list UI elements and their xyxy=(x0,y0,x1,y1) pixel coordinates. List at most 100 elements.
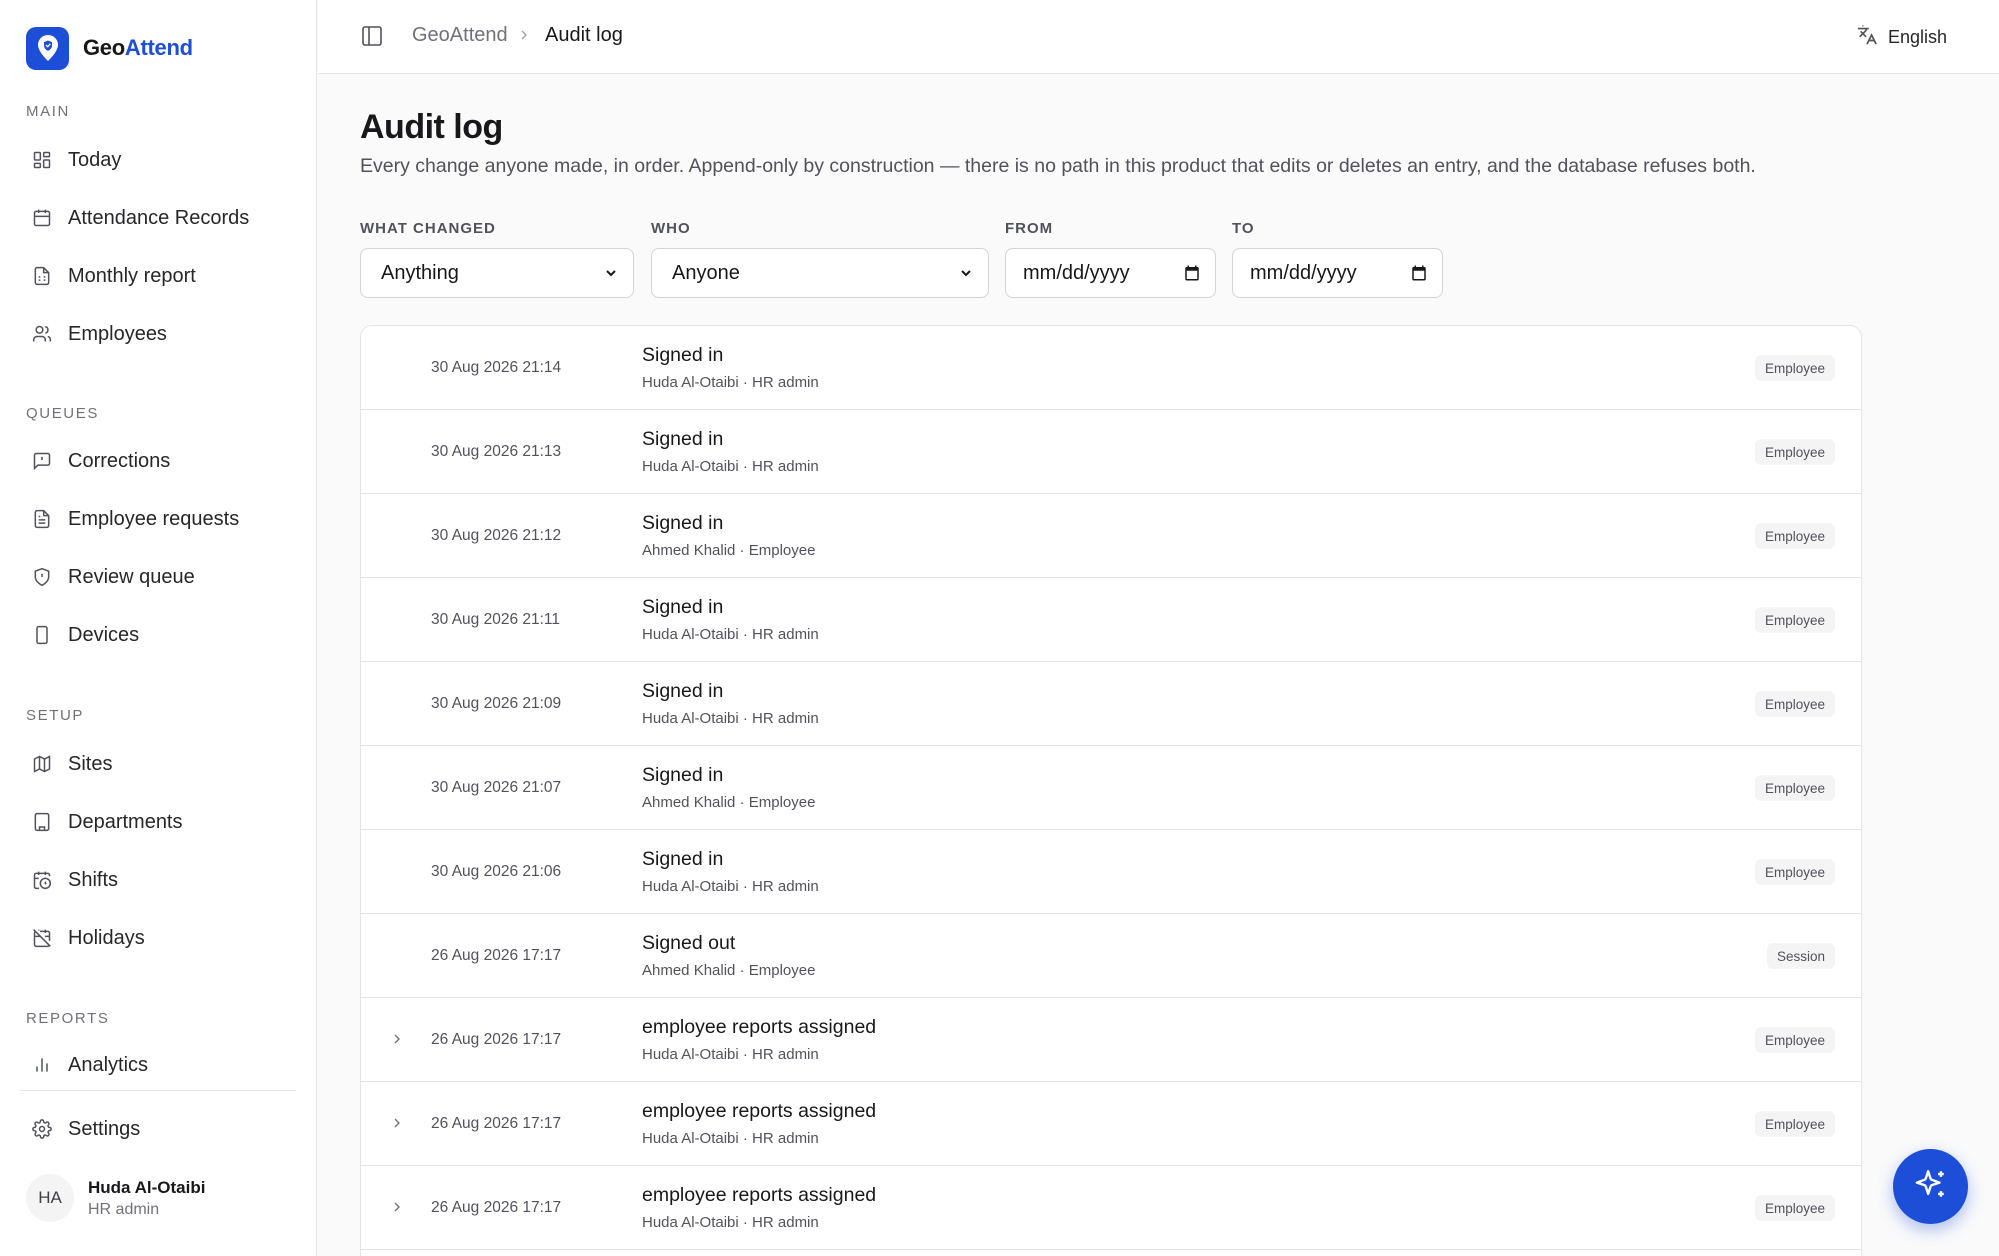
sidebar-item-label: Departments xyxy=(68,810,183,833)
sidebar-item-label: Corrections xyxy=(68,449,171,472)
log-action: Signed out xyxy=(642,932,736,954)
log-row[interactable]: 26 Aug 2026 17:17 employee reports assign… xyxy=(361,1082,1861,1166)
log-row[interactable]: 30 Aug 2026 21:14 Signed in Huda Al-Otaibi… xyxy=(361,326,1861,410)
chevron-right-icon[interactable] xyxy=(389,1114,405,1134)
sidebar-item-sites[interactable]: Sites xyxy=(20,740,296,788)
who-select[interactable]: Anyone xyxy=(651,248,989,298)
page-description: Every change anyone made, in order. Appe… xyxy=(360,155,1756,177)
sidebar-item-corrections[interactable]: Corrections xyxy=(20,437,296,485)
chevron-right-icon[interactable] xyxy=(389,1198,405,1218)
section-title-queues: QUEUES xyxy=(26,405,99,422)
from-date-value: mm/dd/yyyy xyxy=(1023,261,1130,284)
sidebar-item-label: Monthly report xyxy=(68,264,196,287)
sidebar-item-analytics[interactable]: Analytics xyxy=(20,1041,296,1089)
log-entity-badge: Employee xyxy=(1754,523,1835,549)
what-changed-select[interactable]: Anything xyxy=(360,248,634,298)
chevron-right-icon xyxy=(516,26,532,46)
calendar-clock-icon xyxy=(31,869,53,891)
from-label: FROM xyxy=(1005,220,1054,237)
users-icon xyxy=(31,323,53,345)
log-row[interactable]: 30 Aug 2026 21:06 Signed in Huda Al-Otaibi… xyxy=(361,830,1861,914)
from-date-input[interactable]: mm/dd/yyyy xyxy=(1005,248,1216,298)
user-profile[interactable]: HA Huda Al-Otaibi HR admin xyxy=(26,1174,205,1222)
chevron-down-icon xyxy=(603,265,619,281)
sidebar-item-attendance-records[interactable]: Attendance Records xyxy=(20,194,296,242)
log-action: Signed in xyxy=(642,344,724,366)
breadcrumb-root[interactable]: GeoAttend xyxy=(412,24,508,47)
section-title-reports: REPORTS xyxy=(26,1010,110,1027)
location-pin-logo-icon xyxy=(26,26,69,70)
sidebar-toggle-icon[interactable] xyxy=(360,24,386,50)
report-icon xyxy=(31,265,53,287)
language-switcher[interactable]: English xyxy=(1856,24,1947,51)
calendar-off-icon xyxy=(31,927,53,949)
log-row[interactable]: 30 Aug 2026 21:12 Signed in Ahmed Khalid ·… xyxy=(361,494,1861,578)
sidebar-item-employee-requests[interactable]: Employee requests xyxy=(20,495,296,543)
language-label: English xyxy=(1887,27,1947,47)
log-row[interactable]: 30 Aug 2026 21:09 Signed in Huda Al-Otaibi… xyxy=(361,662,1861,746)
log-timestamp: 26 Aug 2026 17:17 xyxy=(431,1031,562,1048)
log-row[interactable]: 30 Aug 2026 21:07 Signed in Ahmed Khalid ·… xyxy=(361,746,1861,830)
sidebar-item-today[interactable]: Today xyxy=(20,136,296,184)
gear-icon xyxy=(31,1118,53,1140)
map-icon xyxy=(31,753,53,775)
log-action: Signed in xyxy=(642,680,724,702)
user-role: HR admin xyxy=(88,1200,160,1218)
sidebar-item-review-queue[interactable]: Review queue xyxy=(20,553,296,601)
log-timestamp: 30 Aug 2026 21:09 xyxy=(431,695,562,712)
log-row[interactable]: 30 Aug 2026 21:13 Signed in Huda Al-Otaibi… xyxy=(361,410,1861,494)
to-date-input[interactable]: mm/dd/yyyy xyxy=(1232,248,1443,298)
log-actor: Huda Al-Otaibi · HR admin xyxy=(642,710,819,727)
smartphone-icon xyxy=(31,624,53,646)
log-actor: Huda Al-Otaibi · HR admin xyxy=(642,1130,819,1147)
page-title: Audit log xyxy=(360,108,503,146)
log-actor: Huda Al-Otaibi · HR admin xyxy=(642,374,819,391)
brand-name: GeoAttend xyxy=(83,35,193,60)
dashboard-icon xyxy=(31,149,53,171)
assistant-button[interactable] xyxy=(1893,1149,1968,1224)
sidebar-item-monthly-report[interactable]: Monthly report xyxy=(20,252,296,300)
sidebar-item-departments[interactable]: Departments xyxy=(20,798,296,846)
bar-chart-icon xyxy=(31,1054,53,1076)
sidebar-item-shifts[interactable]: Shifts xyxy=(20,856,296,904)
sidebar-item-settings[interactable]: Settings xyxy=(20,1105,296,1153)
log-timestamp: 30 Aug 2026 21:06 xyxy=(431,863,562,880)
log-entity-badge: Employee xyxy=(1754,1027,1835,1053)
log-row[interactable]: 26 Aug 2026 17:17 Signed out Ahmed Khalid … xyxy=(361,914,1861,998)
log-timestamp: 26 Aug 2026 17:17 xyxy=(431,1115,562,1132)
sidebar-item-holidays[interactable]: Holidays xyxy=(20,914,296,962)
log-timestamp: 26 Aug 2026 17:17 xyxy=(431,947,562,964)
calendar-icon[interactable] xyxy=(1410,264,1428,282)
document-icon xyxy=(31,508,53,530)
sidebar-item-employees[interactable]: Employees xyxy=(20,310,296,358)
log-action: Signed in xyxy=(642,512,724,534)
brand[interactable]: GeoAttend xyxy=(26,26,193,70)
avatar: HA xyxy=(26,1174,74,1222)
log-timestamp: 30 Aug 2026 21:07 xyxy=(431,779,562,796)
log-entity-badge: Employee xyxy=(1754,355,1835,381)
log-row[interactable]: 26 Aug 2026 17:17 employee reports assign… xyxy=(361,998,1861,1082)
shield-alert-icon xyxy=(31,566,53,588)
log-entity-badge: Employee xyxy=(1754,775,1835,801)
calendar-icon xyxy=(31,207,53,229)
log-timestamp: 30 Aug 2026 21:12 xyxy=(431,527,562,544)
sidebar-item-devices[interactable]: Devices xyxy=(20,611,296,659)
sidebar-divider xyxy=(20,1090,296,1091)
sidebar: GeoAttend MAIN Today Attendance Records … xyxy=(0,0,317,1256)
log-row[interactable]: 26 Aug 2026 17:17 employee reports assign… xyxy=(361,1166,1861,1250)
log-entity-badge: Employee xyxy=(1754,691,1835,717)
log-entity-badge: Session xyxy=(1766,943,1835,969)
log-timestamp: 30 Aug 2026 21:11 xyxy=(431,611,561,628)
log-entity-badge: Employee xyxy=(1754,1195,1835,1221)
log-action: Signed in xyxy=(642,428,724,450)
log-row[interactable]: 30 Aug 2026 21:11 Signed in Huda Al-Otaibi… xyxy=(361,578,1861,662)
sidebar-item-label: Attendance Records xyxy=(68,206,250,229)
log-actor: Huda Al-Otaibi · HR admin xyxy=(642,1214,819,1231)
sidebar-item-label: Today xyxy=(68,148,122,171)
log-actor: Ahmed Khalid · Employee xyxy=(642,962,816,979)
sparkles-icon xyxy=(1914,1167,1948,1206)
message-alert-icon xyxy=(31,450,53,472)
log-actor: Ahmed Khalid · Employee xyxy=(642,542,816,559)
calendar-icon[interactable] xyxy=(1183,264,1201,282)
chevron-right-icon[interactable] xyxy=(389,1030,405,1050)
